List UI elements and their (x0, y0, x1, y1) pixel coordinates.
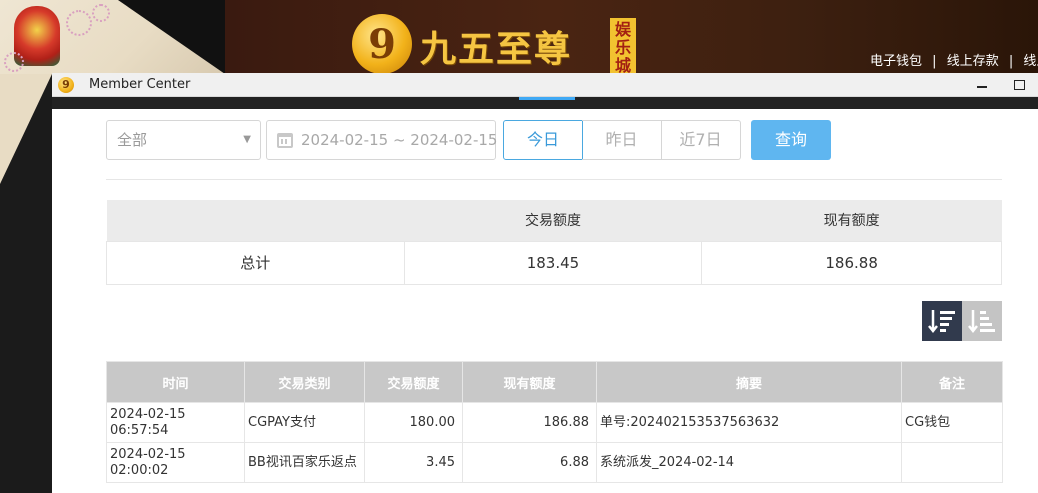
left-decoration (0, 0, 225, 74)
summary-transaction-total: 183.45 (403, 240, 703, 285)
cell-remark: CG钱包 (901, 402, 1003, 443)
summary-total-label: 总计 (106, 240, 405, 285)
cell-amount: 3.45 (364, 442, 463, 483)
table-row[interactable]: 2024-02-15 02:00:02 BB视讯百家乐返点 3.45 6.88 … (106, 442, 1003, 483)
summary-header-current: 现有额度 (701, 200, 1002, 241)
cell-balance: 6.88 (462, 442, 597, 483)
quick-filter-7days[interactable]: 近7日 (661, 120, 741, 160)
sort-descending-icon (928, 310, 955, 334)
summary-header-transaction: 交易额度 (404, 200, 702, 241)
date-range-input[interactable]: 2024-02-15 ~ 2024-02-15 (266, 120, 498, 160)
cell-time: 2024-02-15 02:00:02 (106, 442, 245, 483)
cell-balance: 186.88 (462, 402, 597, 443)
column-header-time[interactable]: 时间 (106, 361, 245, 403)
nav-separator: | (932, 54, 937, 69)
date-range-value: 2024-02-15 ~ 2024-02-15 (301, 131, 498, 149)
cell-remark (901, 442, 1003, 483)
summary-total-row: 总计 183.45 186.88 (106, 240, 1002, 285)
divider (106, 179, 1002, 180)
calendar-icon (277, 133, 293, 148)
member-center-window: 9 Member Center 全部 ▼ 2024-02-15 ~ 2024-0… (52, 73, 1038, 493)
sort-ascending-button[interactable] (962, 301, 1002, 341)
category-select[interactable]: 全部 ▼ (106, 120, 261, 160)
transaction-header-row: 时间 交易类别 交易额度 现有额度 摘要 备注 (106, 361, 1003, 403)
cell-type: BB视讯百家乐返点 (244, 442, 365, 483)
app-logo-icon: 9 (58, 76, 74, 93)
firework-icon (66, 10, 92, 36)
sort-ascending-icon (968, 310, 995, 334)
left-side-strip (0, 74, 52, 493)
column-header-type[interactable]: 交易类别 (244, 361, 365, 403)
firework-icon (92, 4, 110, 22)
maximize-button[interactable] (1009, 76, 1029, 94)
cell-summary: 单号:202402153537563632 (596, 402, 902, 443)
cell-type: CGPAY支付 (244, 402, 365, 443)
window-title: Member Center (89, 77, 191, 92)
nav-link-ewallet[interactable]: 电子钱包 (870, 54, 922, 69)
column-header-remark[interactable]: 备注 (901, 361, 1003, 403)
category-select-value: 全部 (117, 131, 148, 149)
site-logo-text: 九五至尊 (420, 28, 573, 70)
site-logo-tag: 娱乐城 (610, 18, 636, 75)
table-row[interactable]: 2024-02-15 06:57:54 CGPAY支付 180.00 186.8… (106, 402, 1003, 443)
nav-link-online-more[interactable]: 线上 (1023, 54, 1038, 69)
window-titlebar[interactable]: 9 Member Center (52, 73, 1038, 97)
sort-descending-button[interactable] (922, 301, 962, 341)
chevron-down-icon: ▼ (243, 134, 251, 145)
quick-filter-yesterday[interactable]: 昨日 (582, 120, 662, 160)
nav-link-online-deposit[interactable]: 线上存款 (947, 54, 999, 69)
minimize-button[interactable] (972, 76, 992, 94)
top-nav-links: 电子钱包 | 线上存款 | 线上 (870, 50, 1038, 69)
minimize-icon (977, 86, 987, 88)
summary-header-row: 交易额度 现有额度 (106, 200, 1002, 241)
cell-amount: 180.00 (364, 402, 463, 443)
cell-time: 2024-02-15 06:57:54 (106, 402, 245, 443)
summary-header-blank (106, 200, 405, 241)
summary-current-total: 186.88 (701, 240, 1002, 285)
query-button[interactable]: 查询 (751, 120, 831, 160)
firework-icon (4, 52, 24, 72)
active-tab-indicator[interactable] (519, 97, 575, 109)
cell-summary: 系统派发_2024-02-14 (596, 442, 902, 483)
column-header-summary[interactable]: 摘要 (596, 361, 902, 403)
nav-separator: | (1008, 54, 1014, 69)
quick-filter-today[interactable]: 今日 (503, 120, 583, 160)
maximize-icon (1013, 80, 1025, 90)
column-header-amount[interactable]: 交易额度 (364, 361, 463, 403)
column-header-balance[interactable]: 现有额度 (462, 361, 597, 403)
site-logo-icon[interactable]: 9 (352, 14, 412, 74)
transaction-table: 时间 交易类别 交易额度 现有额度 摘要 备注 2024-02-15 06:57… (106, 361, 1003, 483)
summary-table: 交易额度 现有额度 总计 183.45 186.88 (106, 200, 1002, 285)
